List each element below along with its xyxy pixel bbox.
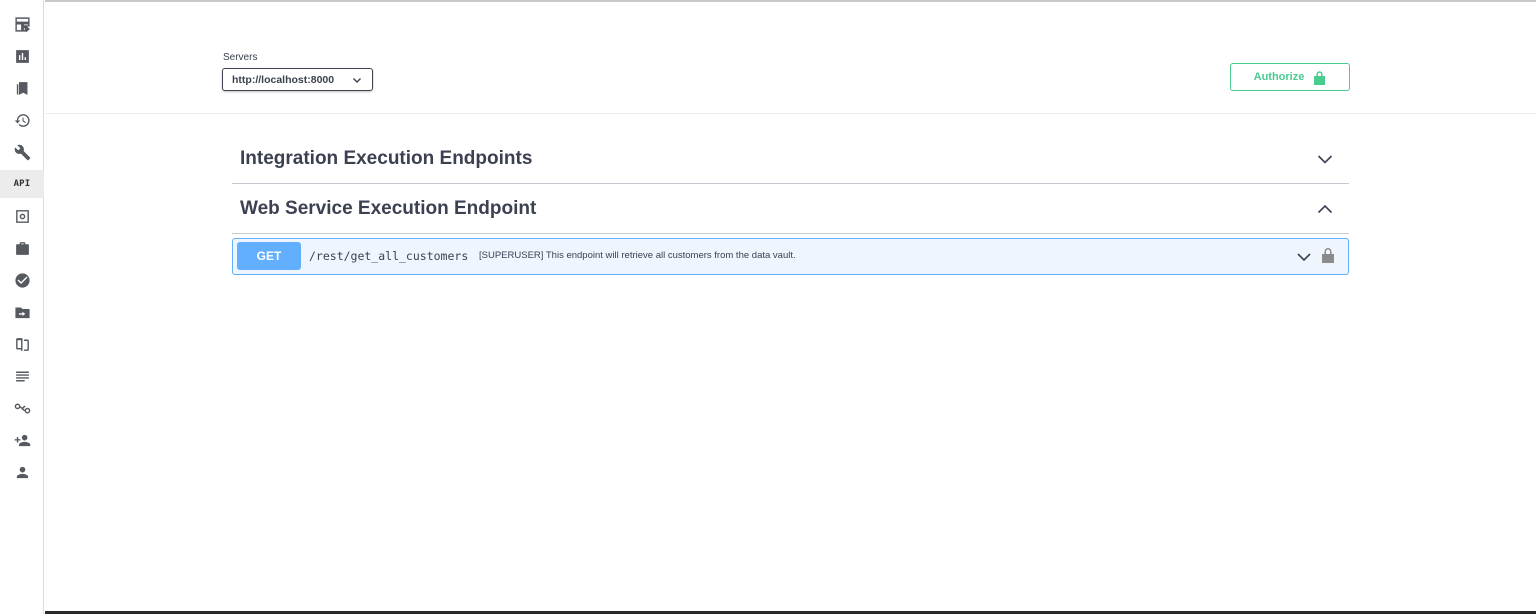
sidebar-item-bookmarks[interactable]	[0, 74, 44, 102]
vault-icon	[15, 209, 29, 223]
authorize-button[interactable]: Authorize	[1230, 63, 1350, 91]
sidebar-item-profile[interactable]	[0, 458, 44, 486]
servers-selected-value: http://localhost:8000	[232, 73, 335, 86]
compare-icon	[15, 337, 29, 351]
folder-move-icon	[14, 307, 30, 318]
operation-summary: [SUPERUSER] This endpoint will retrieve …	[479, 250, 796, 261]
sidebar-item-table[interactable]	[0, 10, 44, 38]
sidebar-item-vault[interactable]	[0, 202, 44, 230]
api-icon: API	[13, 179, 31, 189]
sidebar-item-connections[interactable]	[0, 394, 44, 422]
authorize-label: Authorize	[1253, 71, 1305, 83]
scheme-container: Servers http://localhost:8000 Authorize	[45, 2, 1536, 114]
chevron-down-icon[interactable]	[1297, 251, 1311, 263]
sidebar-item-history[interactable]	[0, 106, 44, 134]
sidebar: API	[0, 0, 44, 614]
add-person-icon	[14, 434, 30, 446]
main-content: Servers http://localhost:8000 Authorize …	[45, 0, 1536, 614]
servers-select[interactable]: http://localhost:8000	[222, 68, 373, 91]
servers-label: Servers	[223, 52, 258, 63]
sidebar-item-jobs[interactable]	[0, 234, 44, 262]
bookmarks-icon	[16, 81, 27, 95]
http-method-badge: GET	[237, 242, 301, 270]
chevron-down-icon	[1317, 155, 1333, 164]
sidebar-item-compare[interactable]	[0, 330, 44, 358]
lock-open-icon	[1314, 70, 1326, 85]
chevron-up-icon	[1317, 204, 1333, 214]
tag-integration-execution[interactable]: Integration Execution Endpoints	[232, 136, 1349, 184]
lock-icon[interactable]	[1322, 247, 1334, 263]
sidebar-item-api[interactable]: API	[0, 170, 44, 198]
list-icon	[15, 371, 29, 381]
check-circle-icon	[14, 272, 30, 288]
sidebar-item-logs[interactable]	[0, 362, 44, 390]
sidebar-item-add-user[interactable]	[0, 426, 44, 454]
tag-title: Integration Execution Endpoints	[240, 148, 533, 169]
wrench-icon	[14, 144, 30, 160]
operation-path: /rest/get_all_customers	[309, 249, 469, 263]
sidebar-item-tools[interactable]	[0, 138, 44, 166]
tag-title: Web Service Execution Endpoint	[240, 198, 537, 219]
sidebar-item-charts[interactable]	[0, 42, 44, 70]
tag-web-service-execution[interactable]: Web Service Execution Endpoint	[232, 186, 1349, 234]
briefcase-icon	[15, 241, 29, 255]
operation-get-all-customers[interactable]: GET /rest/get_all_customers [SUPERUSER] …	[232, 238, 1349, 275]
bar-chart-icon	[15, 49, 29, 63]
history-icon	[14, 113, 30, 127]
chevron-down-icon	[353, 78, 361, 83]
sidebar-item-approvals[interactable]	[0, 266, 44, 294]
person-icon	[16, 466, 28, 478]
link-icon	[14, 403, 30, 413]
sidebar-item-transfers[interactable]	[0, 298, 44, 326]
table-icon	[14, 16, 30, 32]
